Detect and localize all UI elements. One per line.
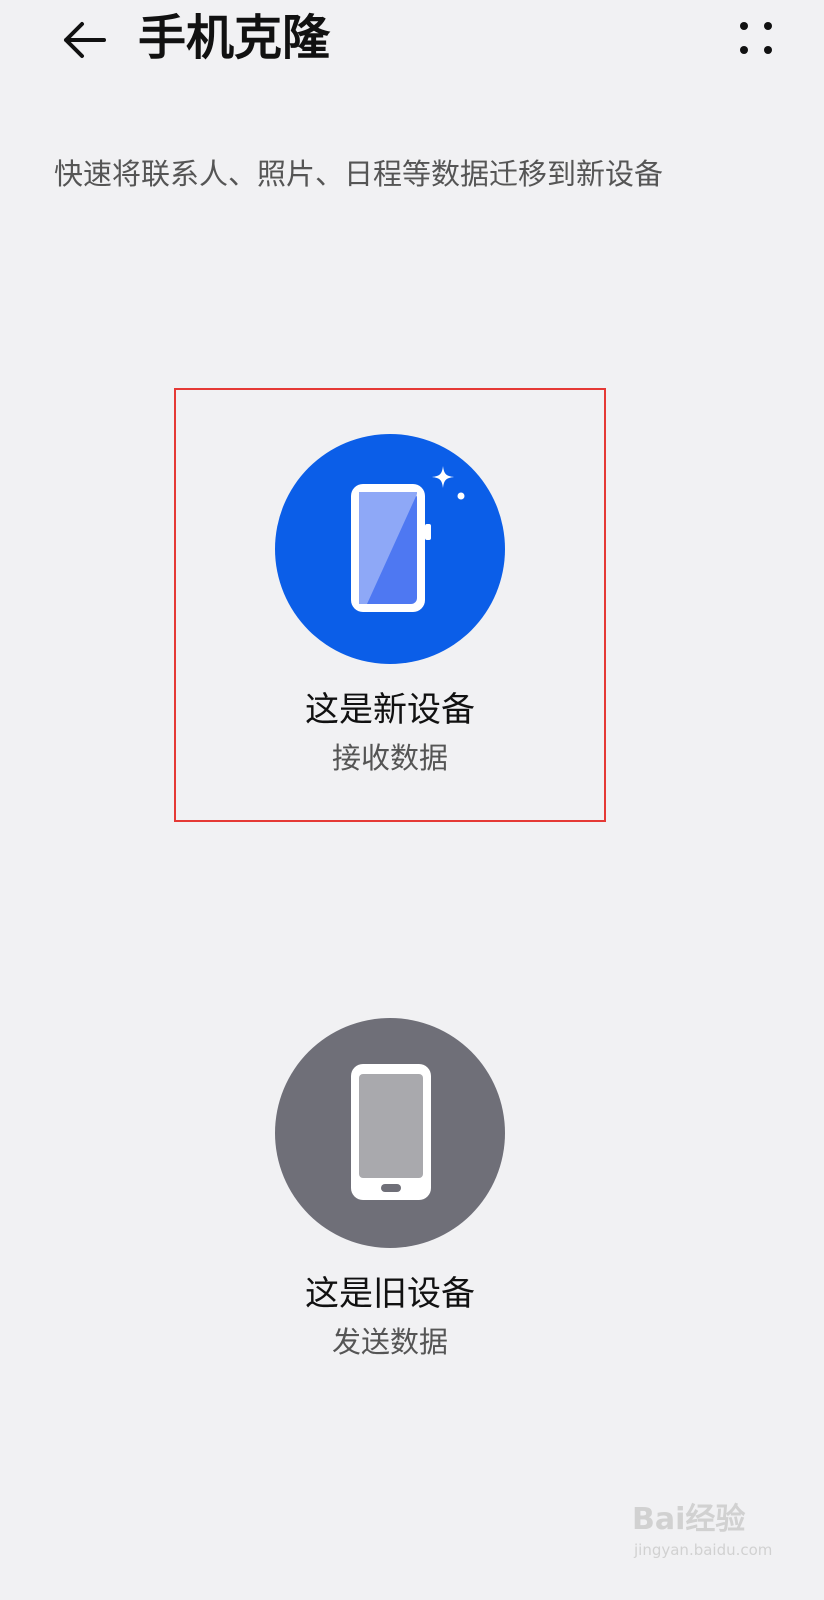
more-options-button[interactable]: [726, 8, 786, 68]
new-device-label: 这是新设备: [305, 690, 475, 730]
old-device-sublabel: 发送数据: [331, 1325, 448, 1359]
watermark-brand: Bai经验: [632, 1502, 746, 1537]
new-device-option[interactable]: 这是新设备 接收数据: [174, 388, 606, 822]
watermark-url: jingyan.baidu.com: [634, 1541, 773, 1559]
watermark: Bai经验 jingyan.baidu.com: [632, 1500, 802, 1592]
new-device-sublabel: 接收数据: [331, 741, 448, 775]
page-description: 快速将联系人、照片、日程等数据迁移到新设备: [54, 157, 664, 191]
page-title: 手机克隆: [138, 10, 331, 66]
back-arrow-icon: [64, 22, 106, 58]
old-device-circle: [275, 1018, 505, 1248]
new-phone-icon: [351, 466, 465, 612]
old-phone-icon: [351, 1064, 431, 1200]
old-device-label: 这是旧设备: [305, 1274, 475, 1314]
header: 手机克隆: [0, 0, 824, 84]
more-dots-icon: [740, 22, 772, 54]
new-device-circle: [275, 434, 505, 664]
old-device-option[interactable]: 这是旧设备 发送数据: [174, 1018, 606, 1398]
back-button[interactable]: [52, 8, 116, 72]
